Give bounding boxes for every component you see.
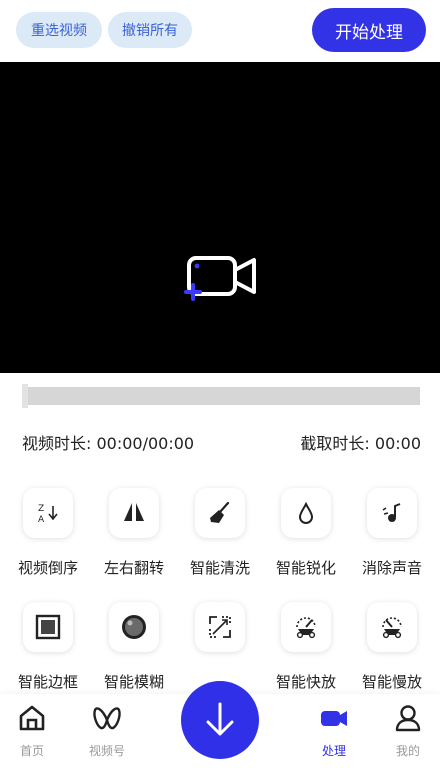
tool-slow[interactable]: 智能慢放 [349,602,435,702]
home-icon [19,705,45,731]
tool-resize-tile[interactable] [195,602,245,652]
tool-fast[interactable]: 智能快放 [263,602,349,702]
broom-icon [210,501,230,523]
fast-speed-icon [296,617,316,639]
tool-label: 视频倒序 [17,559,78,577]
svg-text:Z: Z [38,504,44,514]
tool-label: 左右翻转 [103,559,164,577]
tool-label: 智能清洗 [189,559,250,577]
tab-process-label: 处理 [321,744,346,758]
user-profile-icon [395,705,421,732]
slow-speed-icon [382,617,402,639]
tool-frame-tile[interactable] [23,602,73,652]
tool-clean-tile[interactable] [195,488,245,538]
frame-icon [35,614,61,640]
flip-horizontal-icon [124,502,144,524]
tool-mute-tile[interactable] [367,488,417,538]
tab-channels-label: 视频号 [88,744,125,758]
tool-blur-tile[interactable] [109,602,159,652]
tool-blur[interactable]: 智能模糊 [91,602,177,702]
video-duration-text: 视频时长: 00:00/00:00 [22,434,195,453]
channels-butterfly-icon [93,707,121,730]
tab-mine[interactable]: 我的 [376,694,440,770]
tool-slow-tile[interactable] [367,602,417,652]
tool-reverse[interactable]: Z A 视频倒序 [5,488,91,588]
top-bar: 重选视频 撤销所有 开始处理 [0,0,440,62]
tool-sharpen[interactable]: 智能锐化 [263,488,349,588]
download-button[interactable] [181,681,259,759]
timeline-track[interactable] [22,384,420,408]
tool-label: 消除声音 [361,559,422,577]
tool-clean[interactable]: 智能清洗 [177,488,263,588]
tool-frame[interactable]: 智能边框 [5,602,91,702]
tool-label: 智能边框 [17,673,78,691]
water-drop-icon [298,501,314,524]
tool-flip-tile[interactable] [109,488,159,538]
tab-home-label: 首页 [19,744,44,758]
svg-text:A: A [38,515,45,525]
tab-home[interactable]: 首页 [0,694,64,770]
clip-duration-text: 截取时长: 00:00 [300,434,421,453]
video-camera-icon [321,711,347,726]
tool-fast-tile[interactable] [281,602,331,652]
add-video-icon[interactable] [182,254,262,306]
reselect-video-button[interactable]: 重选视频 [16,12,102,48]
video-preview[interactable] [0,62,440,373]
blur-circle-icon [122,615,146,639]
timeline-bar[interactable] [28,387,420,405]
tool-reverse-tile[interactable]: Z A [23,488,73,538]
tab-process[interactable]: 处理 [302,694,366,770]
undo-all-button[interactable]: 撤销所有 [108,12,192,48]
mute-note-icon [382,503,401,522]
resize-icon [209,616,231,638]
tool-mute[interactable]: 消除声音 [349,488,435,588]
tool-label: 智能锐化 [275,559,336,577]
arrow-down-icon [206,702,234,736]
tool-flip[interactable]: 左右翻转 [91,488,177,588]
tool-label: 智能快放 [275,673,336,691]
sort-reverse-icon: Z A [38,504,58,525]
tab-channels[interactable]: 视频号 [75,694,139,770]
start-processing-button[interactable]: 开始处理 [312,8,426,52]
tool-label: 智能慢放 [361,673,422,691]
tool-label: 智能模糊 [103,673,164,691]
tab-mine-label: 我的 [395,744,420,758]
tool-sharpen-tile[interactable] [281,488,331,538]
